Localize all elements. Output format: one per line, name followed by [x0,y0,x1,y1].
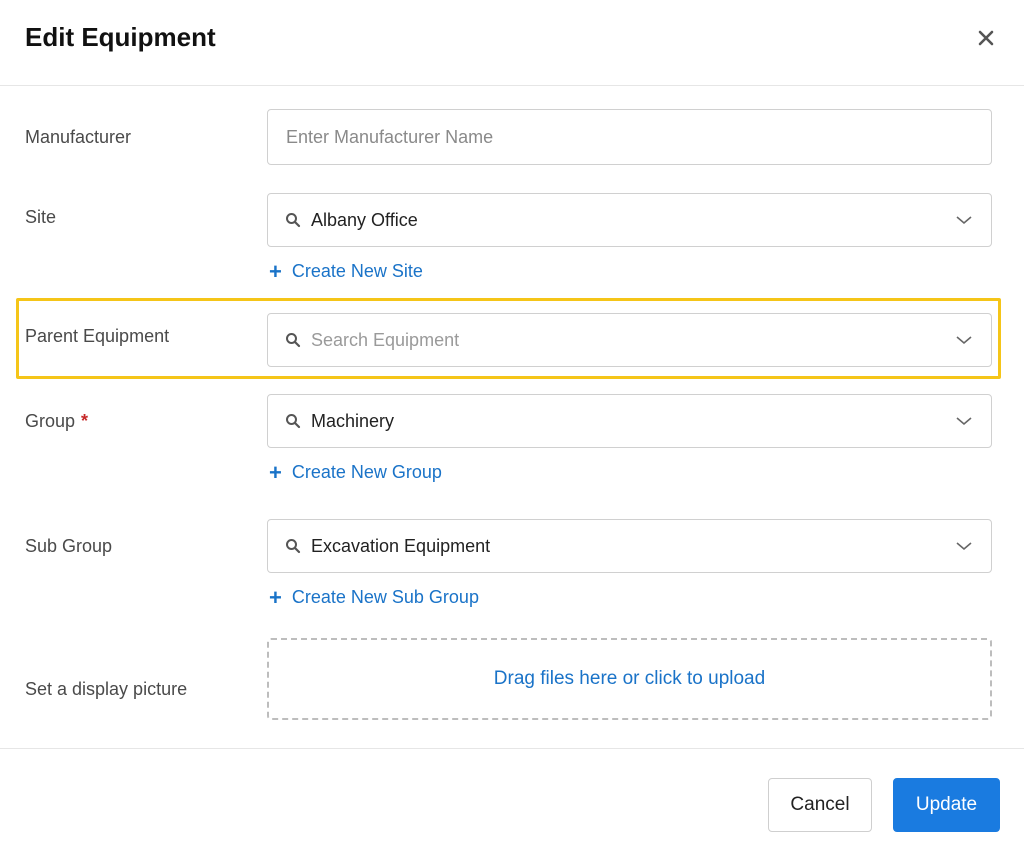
search-icon [286,414,301,429]
manufacturer-field[interactable] [267,109,992,165]
chevron-down-icon[interactable] [955,413,973,429]
group-label: Group * [25,411,88,432]
sub-group-select[interactable]: Excavation Equipment [267,519,992,573]
search-icon [286,213,301,228]
manufacturer-label: Manufacturer [25,127,132,147]
plus-icon: + [269,459,282,485]
update-button[interactable]: Update [893,778,1000,832]
create-new-group-label: Create New Group [291,462,442,482]
required-marker: * [81,411,89,431]
create-new-sub-group-link[interactable]: + Create New Sub Group [269,584,479,610]
search-icon [286,539,301,554]
create-new-sub-group-label: Create New Sub Group [291,587,479,607]
upload-dropzone[interactable]: Drag files here or click to upload [267,638,992,720]
group-select[interactable]: Machinery [267,394,992,448]
sub-group-value: Excavation Equipment [311,536,491,556]
search-icon [286,333,301,348]
site-select[interactable]: Albany Office [267,193,992,247]
site-value: Albany Office [311,210,418,230]
close-icon[interactable] [972,24,1000,52]
create-new-group-link[interactable]: + Create New Group [269,459,442,485]
plus-icon: + [269,258,282,284]
parent-equipment-label: Parent Equipment [25,326,170,346]
create-new-site-link[interactable]: + Create New Site [269,258,423,284]
display-picture-label: Set a display picture [25,679,188,699]
chevron-down-icon[interactable] [955,332,973,348]
chevron-down-icon[interactable] [955,538,973,554]
plus-icon: + [269,584,282,610]
sub-group-label: Sub Group [25,536,113,556]
parent-equipment-placeholder: Search Equipment [311,330,460,350]
site-label: Site [25,207,57,227]
group-label-text: Group [25,411,76,431]
manufacturer-input[interactable] [286,110,973,164]
dialog-title: Edit Equipment [25,22,216,52]
parent-equipment-select[interactable]: Search Equipment [267,313,992,367]
group-value: Machinery [311,411,395,431]
cancel-button[interactable]: Cancel [768,778,872,832]
dialog-header: Edit Equipment [0,0,1024,86]
create-new-site-label: Create New Site [291,261,423,281]
upload-text: Drag files here or click to upload [493,668,766,689]
chevron-down-icon[interactable] [955,212,973,228]
